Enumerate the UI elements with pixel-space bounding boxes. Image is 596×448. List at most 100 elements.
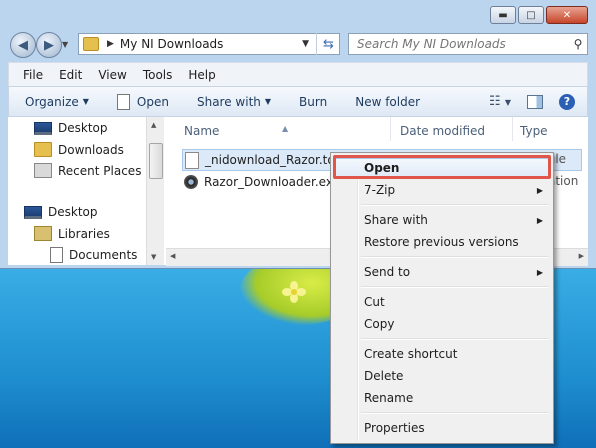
scroll-right-icon[interactable]: ▶ bbox=[579, 252, 584, 260]
breadcrumb-arrow-icon[interactable]: ▶ bbox=[107, 39, 114, 49]
new-folder-label: New folder bbox=[355, 94, 421, 109]
menu-separator bbox=[361, 338, 549, 340]
share-with-button[interactable]: Share with ▼ bbox=[183, 95, 285, 109]
file-name: Razor_Downloader.exe bbox=[204, 175, 340, 189]
menu-item-delete[interactable]: Delete bbox=[364, 366, 403, 386]
new-folder-button[interactable]: New folder bbox=[341, 95, 434, 109]
chevron-down-icon: ▼ bbox=[82, 97, 89, 106]
navigation-bar: ◀ ▶ ▼ ▶ My NI Downloads ▼ ⇆ ⚲ bbox=[0, 30, 596, 60]
menu-item-rename[interactable]: Rename bbox=[364, 388, 413, 408]
context-menu: Open 7-Zip ▶ Share with ▶ Restore previo… bbox=[330, 152, 554, 444]
folder-icon bbox=[83, 37, 99, 51]
scrollbar-thumb[interactable] bbox=[149, 143, 163, 179]
forward-button[interactable]: ▶ bbox=[36, 32, 62, 58]
change-view-icon[interactable]: ☷ ▼ bbox=[489, 94, 511, 109]
menu-edit[interactable]: Edit bbox=[51, 68, 90, 82]
command-bar: Organize ▼ Open Share with ▼ Burn New fo… bbox=[8, 86, 588, 117]
menu-help[interactable]: Help bbox=[180, 68, 223, 82]
file-row-razor-downloader-exe[interactable]: Razor_Downloader.exe bbox=[184, 171, 340, 193]
search-input[interactable] bbox=[355, 36, 569, 52]
submenu-arrow-icon: ▶ bbox=[536, 186, 543, 195]
menu-bar: File Edit View Tools Help bbox=[8, 62, 588, 86]
back-button[interactable]: ◀ bbox=[10, 32, 36, 58]
open-label: Open bbox=[136, 94, 169, 109]
menu-separator bbox=[361, 204, 549, 206]
document-icon bbox=[116, 93, 130, 110]
column-name[interactable]: Name bbox=[184, 124, 219, 138]
burn-button[interactable]: Burn bbox=[285, 95, 341, 109]
menu-tools[interactable]: Tools bbox=[135, 68, 181, 82]
navpane-item-label: Documents bbox=[69, 248, 138, 262]
navpane-item-label: Downloads bbox=[58, 142, 124, 157]
organize-button[interactable]: Organize ▼ bbox=[9, 95, 103, 109]
open-callout-highlight bbox=[333, 155, 551, 179]
navpane-item-desktop-root[interactable]: Desktop bbox=[24, 205, 98, 219]
search-box[interactable]: ⚲ bbox=[348, 33, 588, 55]
breadcrumb-my-ni-downloads[interactable]: My NI Downloads bbox=[120, 37, 302, 51]
navpane-item-desktop[interactable]: Desktop bbox=[34, 121, 108, 135]
menu-separator bbox=[361, 286, 549, 288]
share-with-label: Share with bbox=[196, 94, 261, 109]
documents-icon bbox=[50, 247, 63, 263]
razor-app-icon bbox=[184, 175, 198, 189]
recent-places-icon bbox=[34, 163, 52, 178]
view-controls: ☷ ▼ ? bbox=[489, 93, 587, 110]
menu-item-cut[interactable]: Cut bbox=[364, 292, 385, 312]
column-type[interactable]: Type bbox=[520, 124, 548, 138]
submenu-arrow-icon: ▶ bbox=[536, 268, 543, 277]
maximize-button[interactable]: □ bbox=[518, 6, 544, 24]
column-date-modified[interactable]: Date modified bbox=[400, 124, 485, 138]
menu-item-restore-previous-versions[interactable]: Restore previous versions bbox=[364, 232, 519, 252]
scroll-down-icon[interactable]: ▼ bbox=[151, 253, 156, 261]
burn-label: Burn bbox=[299, 94, 328, 109]
help-icon[interactable]: ? bbox=[559, 93, 575, 110]
close-button[interactable]: ✕ bbox=[546, 6, 588, 24]
navpane-item-label: Desktop bbox=[48, 205, 98, 219]
menu-separator bbox=[361, 256, 549, 258]
libraries-icon bbox=[34, 226, 52, 241]
file-type: ile bbox=[552, 152, 567, 166]
file-name: _nidownload_Razor.toc bbox=[205, 153, 342, 167]
open-button[interactable]: Open bbox=[103, 93, 183, 110]
column-divider[interactable] bbox=[512, 117, 513, 141]
scroll-up-icon[interactable]: ▲ bbox=[151, 121, 156, 129]
navigation-pane: Desktop Downloads Recent Places Desktop … bbox=[8, 117, 166, 265]
menu-item-send-to[interactable]: Send to bbox=[364, 262, 410, 282]
navpane-item-label: Recent Places bbox=[58, 163, 142, 178]
desktop-icon bbox=[24, 205, 42, 219]
preview-pane-icon[interactable] bbox=[527, 94, 543, 109]
menu-item-properties[interactable]: Properties bbox=[364, 418, 425, 438]
navpane-item-libraries[interactable]: Libraries bbox=[34, 226, 110, 241]
sort-ascending-icon: ▲ bbox=[282, 124, 289, 133]
address-dropdown-icon[interactable]: ▼ bbox=[302, 39, 309, 49]
file-icon bbox=[185, 151, 199, 169]
address-bar[interactable]: ▶ My NI Downloads ▼ bbox=[78, 33, 340, 55]
navpane-item-label: Desktop bbox=[58, 121, 108, 135]
window-controls: ▬ □ ✕ bbox=[490, 6, 588, 24]
organize-label: Organize bbox=[25, 94, 79, 109]
menu-item-7-zip[interactable]: 7-Zip bbox=[364, 180, 395, 200]
search-icon[interactable]: ⚲ bbox=[569, 37, 587, 51]
menu-item-share-with[interactable]: Share with bbox=[364, 210, 428, 230]
folder-icon bbox=[34, 142, 52, 157]
desktop-icon bbox=[34, 121, 52, 135]
navpane-item-recent-places[interactable]: Recent Places bbox=[34, 163, 141, 178]
submenu-arrow-icon: ▶ bbox=[536, 216, 543, 225]
navpane-item-label: Libraries bbox=[58, 226, 110, 241]
menu-file[interactable]: File bbox=[9, 68, 51, 82]
navpane-item-documents[interactable]: Documents bbox=[50, 247, 137, 263]
menu-item-copy[interactable]: Copy bbox=[364, 314, 394, 334]
refresh-icon[interactable]: ⇆ bbox=[316, 33, 340, 55]
menu-separator bbox=[361, 412, 549, 414]
menu-item-create-shortcut[interactable]: Create shortcut bbox=[364, 344, 457, 364]
navpane-item-downloads[interactable]: Downloads bbox=[34, 142, 124, 157]
column-headers: ▲ Name Date modified Type bbox=[166, 117, 588, 143]
scroll-left-icon[interactable]: ◀ bbox=[170, 252, 175, 260]
recent-pages-dropdown-icon[interactable]: ▼ bbox=[62, 40, 68, 49]
navpane-scrollbar[interactable]: ▲ ▼ bbox=[146, 117, 164, 265]
column-divider[interactable] bbox=[390, 117, 391, 141]
minimize-button[interactable]: ▬ bbox=[490, 6, 516, 24]
menu-view[interactable]: View bbox=[90, 68, 134, 82]
wallpaper-flower-icon bbox=[282, 281, 306, 303]
menu-gutter bbox=[357, 155, 359, 441]
